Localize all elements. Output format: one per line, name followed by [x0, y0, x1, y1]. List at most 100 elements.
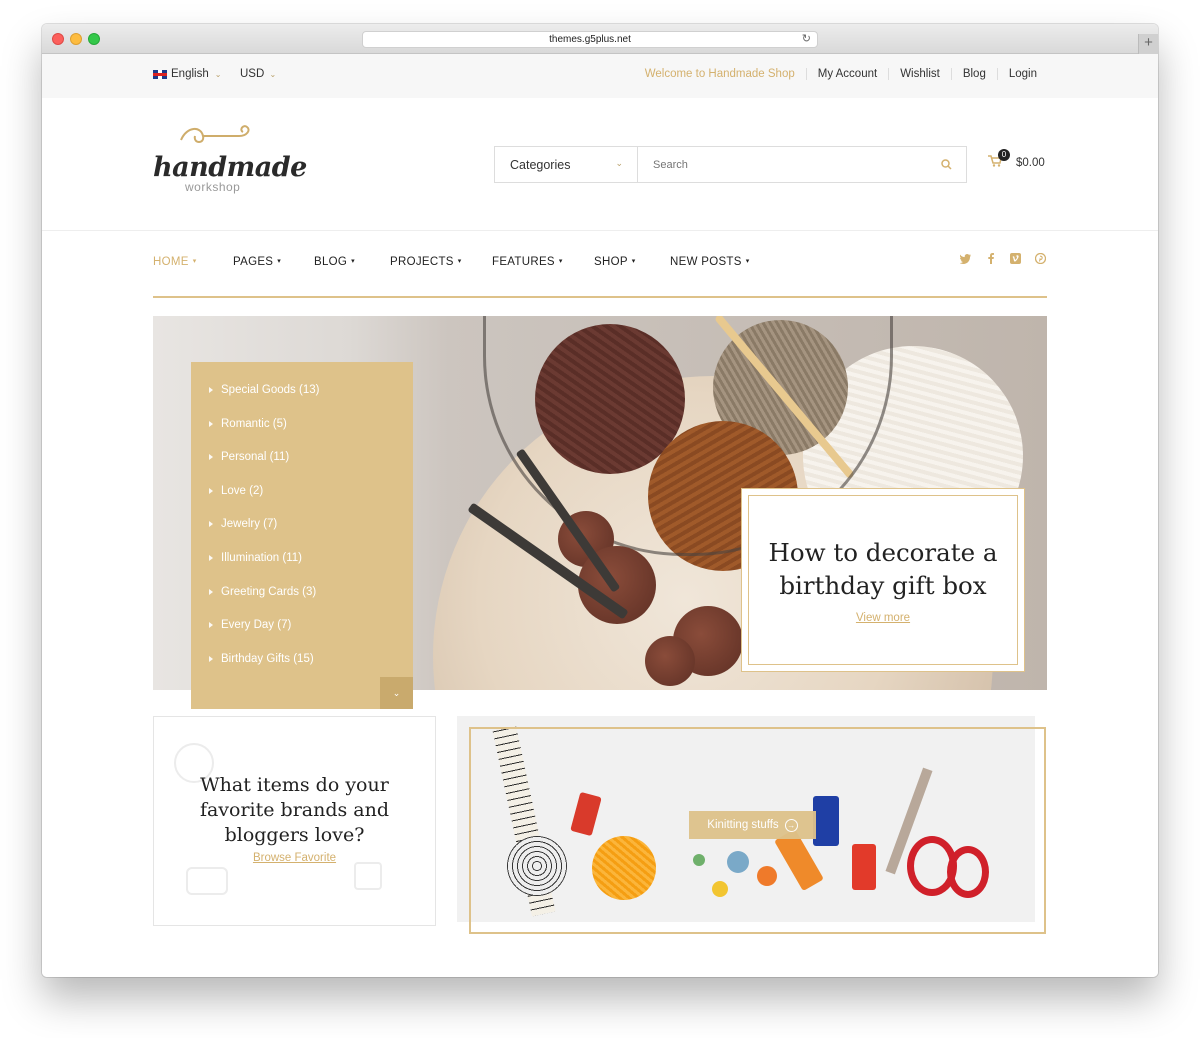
logo-sub-text: workshop: [185, 180, 241, 194]
category-item[interactable]: Romantic (5): [209, 418, 287, 430]
nav-label: PROJECTS: [390, 256, 454, 268]
main-nav: HOME ▾ PAGES ▾ BLOG ▾ PROJECTS ▾ FEATURES ▾ S…: [153, 256, 770, 268]
button-image: [693, 854, 705, 866]
nav-item-blog[interactable]: BLOG ▾: [314, 256, 390, 268]
caret-right-icon: [209, 421, 213, 427]
pinterest-icon[interactable]: [1034, 252, 1047, 267]
search-button[interactable]: [926, 147, 966, 182]
thread-spool-image: [570, 791, 602, 837]
nav-item-pages[interactable]: PAGES ▾: [233, 256, 314, 268]
close-window-button[interactable]: [52, 33, 64, 45]
facebook-icon[interactable]: [984, 253, 997, 267]
nav-label: BLOG: [314, 256, 348, 268]
currency-selector[interactable]: USD ⌄: [240, 68, 276, 80]
chevron-down-icon: ▾: [745, 258, 750, 265]
category-menu: Special Goods (13) Romantic (5) Personal…: [191, 362, 413, 709]
category-select-label: Categories: [510, 157, 571, 172]
blog-link[interactable]: Blog: [950, 68, 997, 80]
new-tab-icon[interactable]: +: [1138, 34, 1158, 54]
chevron-down-icon: ⌄: [615, 158, 623, 168]
button-image: [645, 636, 695, 686]
logo-swirl-icon: [180, 125, 250, 143]
nav-item-features[interactable]: FEATURES ▾: [492, 256, 594, 268]
mini-cart[interactable]: 0 $0.00: [988, 149, 1045, 170]
category-label: Love (2): [221, 485, 264, 497]
chevron-down-icon: ▾: [457, 258, 462, 265]
button-image: [727, 851, 749, 873]
thread-spool-image: [813, 796, 839, 846]
caret-right-icon: [209, 454, 213, 460]
category-item[interactable]: Personal (11): [209, 451, 289, 463]
address-bar[interactable]: themes.g5plus.net ↻: [362, 31, 818, 48]
address-bar-url: themes.g5plus.net: [549, 34, 631, 45]
arrow-right-icon: →: [784, 818, 798, 832]
reload-icon[interactable]: ↻: [802, 32, 811, 47]
category-item[interactable]: Illumination (11): [209, 552, 302, 564]
category-item[interactable]: Birthday Gifts (15): [209, 653, 314, 665]
vimeo-icon[interactable]: [1009, 253, 1022, 267]
nav-item-shop[interactable]: SHOP ▾: [594, 256, 670, 268]
logo-main-text: handmade: [153, 152, 307, 183]
view-more-link[interactable]: View more: [856, 612, 910, 624]
language-selector[interactable]: English ⌄: [153, 68, 221, 80]
top-bar: English ⌄ USD ⌄ Welcome to Handmade Shop…: [42, 54, 1158, 98]
category-label: Personal (11): [221, 451, 290, 463]
sewing-machine-icon: [186, 867, 228, 895]
chevron-down-icon: ⌄: [214, 69, 222, 79]
browse-favorite-link[interactable]: Browse Favorite: [154, 852, 435, 864]
my-account-link[interactable]: My Account: [805, 68, 888, 80]
caret-right-icon: [209, 656, 213, 662]
scissors-image: [947, 846, 989, 898]
login-link[interactable]: Login: [996, 68, 1048, 80]
minimize-window-button[interactable]: [70, 33, 82, 45]
site-logo[interactable]: handmade workshop: [153, 125, 307, 194]
category-item[interactable]: Every Day (7): [209, 619, 291, 631]
category-item[interactable]: Special Goods (13): [209, 384, 319, 396]
maximize-window-button[interactable]: [88, 33, 100, 45]
nav-label: PAGES: [233, 256, 274, 268]
search-input[interactable]: [638, 147, 926, 182]
category-label: Jewelry (7): [221, 518, 278, 530]
cart-total: $0.00: [1016, 156, 1045, 169]
social-links: [959, 252, 1047, 267]
nav-underline: [153, 296, 1047, 298]
browser-toolbar: themes.g5plus.net ↻ +: [42, 24, 1158, 54]
category-item[interactable]: Love (2): [209, 485, 263, 497]
category-label: Romantic (5): [221, 418, 287, 430]
uk-flag-icon: [153, 69, 167, 79]
hero-caption-inner: How to decorate a birthday gift box View…: [748, 495, 1018, 665]
promo-box: What items do your favorite brands and b…: [153, 716, 436, 926]
knitting-stuffs-button[interactable]: Kinitting stuffs →: [689, 811, 816, 839]
nav-item-home[interactable]: HOME ▾: [153, 256, 233, 268]
caret-right-icon: [209, 488, 213, 494]
expand-categories-button[interactable]: ⌄: [380, 677, 413, 709]
chevron-down-icon: ⌄: [269, 70, 277, 79]
category-label: Every Day (7): [221, 619, 292, 631]
wishlist-link[interactable]: Wishlist: [888, 68, 951, 80]
hero-caption-card: How to decorate a birthday gift box View…: [741, 488, 1025, 672]
category-label: Special Goods (13): [221, 384, 320, 396]
nav-item-projects[interactable]: PROJECTS ▾: [390, 256, 492, 268]
nav-label: FEATURES: [492, 256, 555, 268]
caret-right-icon: [209, 555, 213, 561]
page-content: English ⌄ USD ⌄ Welcome to Handmade Shop…: [42, 54, 1158, 977]
welcome-text: Welcome to Handmade Shop: [644, 68, 795, 80]
button-image: [712, 881, 728, 897]
nav-item-new-posts[interactable]: NEW POSTS ▾: [670, 256, 770, 268]
chevron-down-icon: ▾: [277, 258, 282, 265]
twitter-icon[interactable]: [959, 253, 972, 267]
category-select[interactable]: Categories ⌄: [495, 147, 638, 182]
pattern-icon: [354, 862, 382, 890]
category-item[interactable]: Greeting Cards (3): [209, 586, 316, 598]
search-icon: [940, 159, 952, 170]
header-divider: [42, 230, 1158, 231]
top-links: Welcome to Handmade Shop My Account Wish…: [634, 68, 1048, 80]
chevron-down-icon: ▾: [558, 258, 563, 265]
caret-right-icon: [209, 589, 213, 595]
yarn-ball-image: [592, 836, 656, 900]
nav-label: SHOP: [594, 256, 628, 268]
category-item[interactable]: Jewelry (7): [209, 518, 277, 530]
language-label: English: [171, 68, 209, 80]
chevron-down-icon: ▾: [631, 258, 636, 265]
tape-measure-image: [507, 836, 567, 896]
